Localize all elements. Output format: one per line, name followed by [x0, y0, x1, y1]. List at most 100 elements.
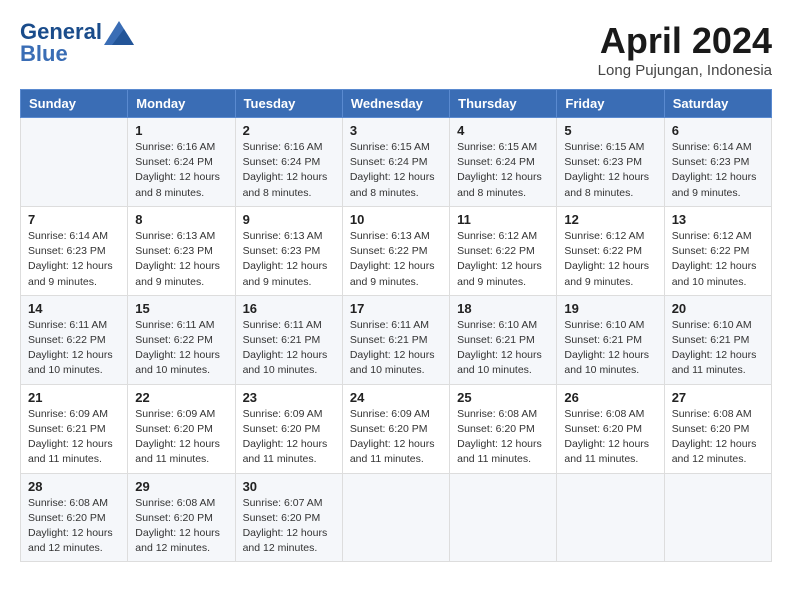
calendar-cell: 9 Sunrise: 6:13 AM Sunset: 6:23 PM Daylig… — [235, 206, 342, 295]
calendar-cell: 12 Sunrise: 6:12 AM Sunset: 6:22 PM Dayli… — [557, 206, 664, 295]
day-number: 17 — [350, 301, 442, 316]
calendar-cell: 11 Sunrise: 6:12 AM Sunset: 6:22 PM Dayli… — [450, 206, 557, 295]
calendar-cell: 29 Sunrise: 6:08 AM Sunset: 6:20 PM Dayli… — [128, 473, 235, 562]
day-info: Sunrise: 6:08 AM Sunset: 6:20 PM Dayligh… — [672, 407, 764, 468]
calendar-cell — [664, 473, 771, 562]
calendar-cell: 30 Sunrise: 6:07 AM Sunset: 6:20 PM Dayli… — [235, 473, 342, 562]
calendar-cell: 6Sunrise: 6:14 AM Sunset: 6:23 PM Daylig… — [664, 118, 771, 207]
column-header-monday: Monday — [128, 90, 235, 118]
calendar-cell: 27 Sunrise: 6:08 AM Sunset: 6:20 PM Dayli… — [664, 384, 771, 473]
day-info: Sunrise: 6:16 AM Sunset: 6:24 PM Dayligh… — [243, 140, 335, 201]
day-info: Sunrise: 6:09 AM Sunset: 6:20 PM Dayligh… — [350, 407, 442, 468]
location: Long Pujungan, Indonesia — [598, 62, 772, 79]
column-header-thursday: Thursday — [450, 90, 557, 118]
day-number: 20 — [672, 301, 764, 316]
calendar-cell: 20 Sunrise: 6:10 AM Sunset: 6:21 PM Dayli… — [664, 295, 771, 384]
calendar-cell — [557, 473, 664, 562]
day-number: 2 — [243, 123, 335, 138]
calendar-cell: 10Sunrise: 6:13 AM Sunset: 6:22 PM Dayli… — [342, 206, 449, 295]
day-number: 29 — [135, 479, 227, 494]
day-number: 12 — [564, 212, 656, 227]
calendar-cell: 17 Sunrise: 6:11 AM Sunset: 6:21 PM Dayli… — [342, 295, 449, 384]
week-row-2: 7Sunrise: 6:14 AM Sunset: 6:23 PM Daylig… — [21, 206, 772, 295]
day-info: Sunrise: 6:09 AM Sunset: 6:20 PM Dayligh… — [135, 407, 227, 468]
page-header: General Blue April 2024 Long Pujungan, I… — [20, 20, 772, 79]
day-info: Sunrise: 6:12 AM Sunset: 6:22 PM Dayligh… — [672, 229, 764, 290]
day-number: 15 — [135, 301, 227, 316]
day-info: Sunrise: 6:14 AM Sunset: 6:23 PM Dayligh… — [672, 140, 764, 201]
day-info: Sunrise: 6:10 AM Sunset: 6:21 PM Dayligh… — [564, 318, 656, 379]
day-info: Sunrise: 6:08 AM Sunset: 6:20 PM Dayligh… — [135, 496, 227, 557]
day-number: 27 — [672, 390, 764, 405]
logo-icon — [104, 21, 134, 45]
column-header-wednesday: Wednesday — [342, 90, 449, 118]
day-info: Sunrise: 6:07 AM Sunset: 6:20 PM Dayligh… — [243, 496, 335, 557]
day-number: 18 — [457, 301, 549, 316]
day-number: 13 — [672, 212, 764, 227]
calendar-cell: 3 Sunrise: 6:15 AM Sunset: 6:24 PM Daylig… — [342, 118, 449, 207]
day-number: 9 — [243, 212, 335, 227]
calendar-cell: 24 Sunrise: 6:09 AM Sunset: 6:20 PM Dayli… — [342, 384, 449, 473]
day-info: Sunrise: 6:11 AM Sunset: 6:21 PM Dayligh… — [243, 318, 335, 379]
day-info: Sunrise: 6:15 AM Sunset: 6:24 PM Dayligh… — [457, 140, 549, 201]
day-info: Sunrise: 6:12 AM Sunset: 6:22 PM Dayligh… — [457, 229, 549, 290]
day-number: 26 — [564, 390, 656, 405]
calendar-cell: 8 Sunrise: 6:13 AM Sunset: 6:23 PM Daylig… — [128, 206, 235, 295]
day-info: Sunrise: 6:08 AM Sunset: 6:20 PM Dayligh… — [564, 407, 656, 468]
calendar-cell: 15Sunrise: 6:11 AM Sunset: 6:22 PM Dayli… — [128, 295, 235, 384]
calendar-cell — [342, 473, 449, 562]
title-block: April 2024 Long Pujungan, Indonesia — [598, 20, 772, 79]
column-header-saturday: Saturday — [664, 90, 771, 118]
day-info: Sunrise: 6:09 AM Sunset: 6:21 PM Dayligh… — [28, 407, 120, 468]
day-info: Sunrise: 6:09 AM Sunset: 6:20 PM Dayligh… — [243, 407, 335, 468]
calendar-cell: 14 Sunrise: 6:11 AM Sunset: 6:22 PM Dayli… — [21, 295, 128, 384]
day-info: Sunrise: 6:11 AM Sunset: 6:21 PM Dayligh… — [350, 318, 442, 379]
calendar-cell: 22 Sunrise: 6:09 AM Sunset: 6:20 PM Dayli… — [128, 384, 235, 473]
calendar-table: SundayMondayTuesdayWednesdayThursdayFrid… — [20, 89, 772, 562]
day-info: Sunrise: 6:10 AM Sunset: 6:21 PM Dayligh… — [457, 318, 549, 379]
calendar-cell — [21, 118, 128, 207]
calendar-cell: 2 Sunrise: 6:16 AM Sunset: 6:24 PM Daylig… — [235, 118, 342, 207]
day-info: Sunrise: 6:15 AM Sunset: 6:24 PM Dayligh… — [350, 140, 442, 201]
calendar-cell: 23 Sunrise: 6:09 AM Sunset: 6:20 PM Dayli… — [235, 384, 342, 473]
day-number: 23 — [243, 390, 335, 405]
day-number: 11 — [457, 212, 549, 227]
calendar-cell: 1 Sunrise: 6:16 AM Sunset: 6:24 PM Daylig… — [128, 118, 235, 207]
column-header-sunday: Sunday — [21, 90, 128, 118]
calendar-cell: 16Sunrise: 6:11 AM Sunset: 6:21 PM Dayli… — [235, 295, 342, 384]
week-row-4: 21 Sunrise: 6:09 AM Sunset: 6:21 PM Dayli… — [21, 384, 772, 473]
day-number: 14 — [28, 301, 120, 316]
day-info: Sunrise: 6:16 AM Sunset: 6:24 PM Dayligh… — [135, 140, 227, 201]
day-number: 30 — [243, 479, 335, 494]
day-number: 22 — [135, 390, 227, 405]
day-number: 1 — [135, 123, 227, 138]
day-info: Sunrise: 6:08 AM Sunset: 6:20 PM Dayligh… — [28, 496, 120, 557]
day-info: Sunrise: 6:11 AM Sunset: 6:22 PM Dayligh… — [28, 318, 120, 379]
day-number: 28 — [28, 479, 120, 494]
calendar-cell: 5 Sunrise: 6:15 AM Sunset: 6:23 PM Daylig… — [557, 118, 664, 207]
logo: General Blue — [20, 20, 134, 67]
column-header-tuesday: Tuesday — [235, 90, 342, 118]
calendar-cell: 26 Sunrise: 6:08 AM Sunset: 6:20 PM Dayli… — [557, 384, 664, 473]
calendar-cell: 25Sunrise: 6:08 AM Sunset: 6:20 PM Dayli… — [450, 384, 557, 473]
week-row-1: 1 Sunrise: 6:16 AM Sunset: 6:24 PM Daylig… — [21, 118, 772, 207]
day-number: 5 — [564, 123, 656, 138]
day-number: 24 — [350, 390, 442, 405]
day-info: Sunrise: 6:15 AM Sunset: 6:23 PM Dayligh… — [564, 140, 656, 201]
calendar-cell: 4 Sunrise: 6:15 AM Sunset: 6:24 PM Daylig… — [450, 118, 557, 207]
month-title: April 2024 — [598, 20, 772, 62]
day-number: 21 — [28, 390, 120, 405]
day-info: Sunrise: 6:13 AM Sunset: 6:23 PM Dayligh… — [135, 229, 227, 290]
day-info: Sunrise: 6:12 AM Sunset: 6:22 PM Dayligh… — [564, 229, 656, 290]
calendar-cell: 19Sunrise: 6:10 AM Sunset: 6:21 PM Dayli… — [557, 295, 664, 384]
day-info: Sunrise: 6:08 AM Sunset: 6:20 PM Dayligh… — [457, 407, 549, 468]
day-info: Sunrise: 6:10 AM Sunset: 6:21 PM Dayligh… — [672, 318, 764, 379]
calendar-cell — [450, 473, 557, 562]
day-number: 3 — [350, 123, 442, 138]
day-info: Sunrise: 6:13 AM Sunset: 6:23 PM Dayligh… — [243, 229, 335, 290]
day-number: 4 — [457, 123, 549, 138]
day-number: 8 — [135, 212, 227, 227]
week-row-3: 14 Sunrise: 6:11 AM Sunset: 6:22 PM Dayli… — [21, 295, 772, 384]
calendar-cell: 21 Sunrise: 6:09 AM Sunset: 6:21 PM Dayli… — [21, 384, 128, 473]
week-row-5: 28 Sunrise: 6:08 AM Sunset: 6:20 PM Dayli… — [21, 473, 772, 562]
